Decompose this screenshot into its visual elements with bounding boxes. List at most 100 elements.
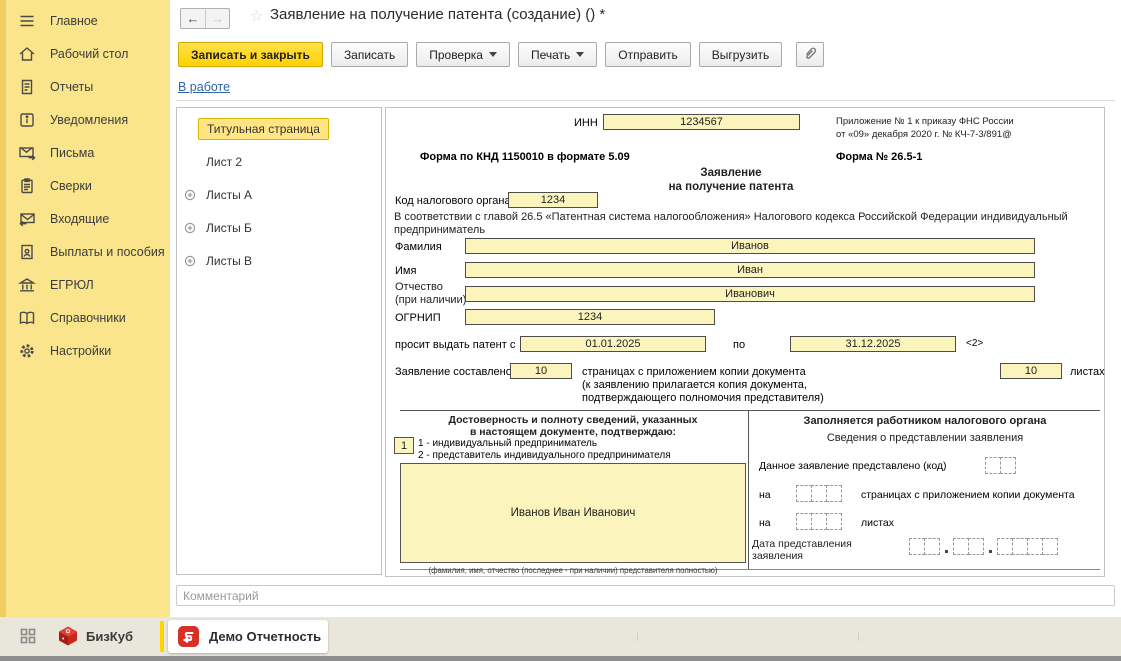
save-button[interactable]: Записать	[331, 42, 408, 67]
check-menu-button[interactable]: Проверка	[416, 42, 510, 67]
first-name-label: Имя	[395, 265, 416, 277]
inn-field[interactable]: 1234567	[603, 114, 800, 130]
taskbar-app-name[interactable]: БизКуб	[86, 629, 133, 644]
patent-form-panel: ИНН 1234567 Приложение № 1 к приказу ФНС…	[385, 107, 1105, 577]
sidebar-item-label: Уведомления	[50, 113, 128, 127]
saby-icon	[178, 626, 199, 647]
pages-text-3: подтверждающего полномочия представителя…	[582, 392, 824, 404]
window-bottom-strip	[0, 656, 1121, 661]
info-icon	[17, 110, 37, 130]
document-title: Заявление на получение патента	[556, 166, 906, 194]
official-pages-text: страницах с приложением копии документа	[861, 489, 1075, 501]
taskbar-slot-divider	[637, 633, 638, 641]
patent-to-field[interactable]: 31.12.2025	[790, 336, 956, 352]
appendix-note: Приложение № 1 к приказу ФНС России от «…	[836, 115, 1098, 141]
sidebar-item-otchety[interactable]: Отчеты	[0, 70, 170, 103]
form-knd-label: Форма по КНД 1150010 в формате 5.09	[420, 151, 630, 163]
official-subtitle: Сведения о представлении заявления	[749, 432, 1101, 444]
official-on-label-1: на	[759, 489, 771, 501]
bizkub-logo-icon[interactable]	[57, 625, 79, 652]
middle-name-label: Отчество (при наличии)	[395, 281, 466, 306]
sidebar-item-label: Выплаты и пособия	[50, 245, 165, 259]
sidebar-item-vhodyashchie[interactable]: Входящие	[0, 202, 170, 235]
official-sheets-cells	[796, 513, 842, 530]
sidebar-item-pisma[interactable]: Письма	[0, 136, 170, 169]
sidebar-item-label: Сверки	[50, 179, 92, 193]
export-button[interactable]: Выгрузить	[699, 42, 783, 67]
sheet-list-panel: Титульная страница Лист 2 Листы А Листы …	[176, 107, 382, 575]
comment-input[interactable]	[176, 585, 1115, 606]
sheet-item-title-page[interactable]: Титульная страница	[177, 112, 381, 145]
submission-date-label: Дата представления заявления	[752, 538, 852, 562]
report-icon	[17, 77, 37, 97]
date-separator	[989, 550, 992, 553]
form-number-label: Форма № 26.5-1	[836, 151, 922, 163]
sidebar-item-spravochniki[interactable]: Справочники	[0, 301, 170, 334]
inn-label: ИНН	[574, 117, 598, 129]
pages-text-2: (к заявлению прилагается копия документа…	[582, 379, 807, 391]
middle-name-field[interactable]: Иванович	[465, 286, 1035, 302]
taskbar-tab-demo-otchetnost[interactable]: Демо Отчетность	[168, 620, 328, 653]
sidebar-item-nastroyki[interactable]: Настройки	[0, 334, 170, 367]
patent-from-field[interactable]: 01.01.2025	[520, 336, 706, 352]
tax-authority-code-field[interactable]: 1234	[508, 192, 598, 208]
back-button[interactable]: ←	[181, 9, 205, 28]
sidebar-item-glavnoe[interactable]: Главное	[0, 4, 170, 37]
payouts-icon	[17, 242, 37, 262]
sheet-item-list-v[interactable]: Листы В	[177, 244, 381, 277]
ogrnip-field[interactable]: 1234	[465, 309, 715, 325]
confirm-option-2: 2 - представитель индивидуального предпр…	[418, 450, 671, 461]
official-use-column: Заполняется работником налогового органа…	[748, 411, 1100, 569]
print-menu-button[interactable]: Печать	[518, 42, 597, 67]
confirm-code-field[interactable]: 1	[394, 437, 414, 454]
separator	[176, 100, 1115, 101]
confirmation-left-column: Достоверность и полноту сведений, указан…	[400, 411, 748, 569]
official-code-label: Данное заявление представлено (код)	[759, 460, 947, 472]
footnote-mark: <2>	[966, 338, 983, 349]
first-name-field[interactable]: Иван	[465, 262, 1035, 278]
pages-count-field[interactable]: 10	[510, 363, 572, 379]
confirm-option-1: 1 - индивидуальный предприниматель	[418, 438, 597, 449]
sheets-count-field[interactable]: 10	[1000, 363, 1062, 379]
sheet-item-list-b[interactable]: Листы Б	[177, 211, 381, 244]
official-title: Заполняется работником налогового органа	[749, 415, 1101, 427]
representative-fio-field[interactable]: Иванов Иван Иванович	[400, 463, 746, 563]
forward-button[interactable]: →	[205, 9, 229, 28]
patent-to-label: по	[733, 339, 745, 351]
send-button[interactable]: Отправить	[605, 42, 691, 67]
add-sheet-icon[interactable]	[184, 189, 196, 201]
add-sheet-icon[interactable]	[184, 255, 196, 267]
sheet-item-list-a[interactable]: Листы А	[177, 178, 381, 211]
gear-icon	[17, 341, 37, 361]
apps-grid-icon[interactable]	[20, 628, 36, 649]
mail-out-icon	[17, 143, 37, 163]
official-code-cells	[985, 457, 1016, 474]
official-pages-cells	[796, 485, 842, 502]
sidebar: Главное Рабочий стол Отчеты Уведомления …	[0, 0, 170, 617]
submission-date-cells	[909, 538, 1058, 555]
mail-in-icon	[17, 209, 37, 229]
sidebar-item-vyplaty[interactable]: Выплаты и пособия	[0, 235, 170, 268]
sidebar-item-egrul[interactable]: ЕГРЮЛ	[0, 268, 170, 301]
dropdown-arrow-icon	[576, 52, 584, 57]
patent-period-label: просит выдать патент с	[395, 339, 515, 351]
sheets-label: листах	[1070, 366, 1105, 378]
confirm-title-1: Достоверность и полноту сведений, указан…	[400, 414, 746, 426]
page-title: Заявление на получение патента (создание…	[270, 6, 605, 23]
sheet-item-list2[interactable]: Лист 2	[177, 145, 381, 178]
sidebar-item-uvedomleniya[interactable]: Уведомления	[0, 103, 170, 136]
add-sheet-icon[interactable]	[184, 222, 196, 234]
menu-icon	[17, 11, 37, 31]
last-name-field[interactable]: Иванов	[465, 238, 1035, 254]
status-link[interactable]: В работе	[178, 80, 230, 94]
sidebar-item-rabochiy-stol[interactable]: Рабочий стол	[0, 37, 170, 70]
tax-authority-code-label: Код налогового органа	[395, 195, 511, 207]
sidebar-item-sverki[interactable]: Сверки	[0, 169, 170, 202]
main-area: ← → ☆ Заявление на получение патента (со…	[170, 0, 1121, 617]
confirm-title-2: в настоящем документе, подтверждаю:	[400, 426, 746, 438]
attachments-button[interactable]	[796, 42, 824, 67]
favorite-star-icon[interactable]: ☆	[250, 7, 263, 25]
sidebar-item-label: Письма	[50, 146, 94, 160]
pages-text-1: страницах с приложением копии документа	[582, 366, 806, 378]
save-and-close-button[interactable]: Записать и закрыть	[178, 42, 323, 67]
